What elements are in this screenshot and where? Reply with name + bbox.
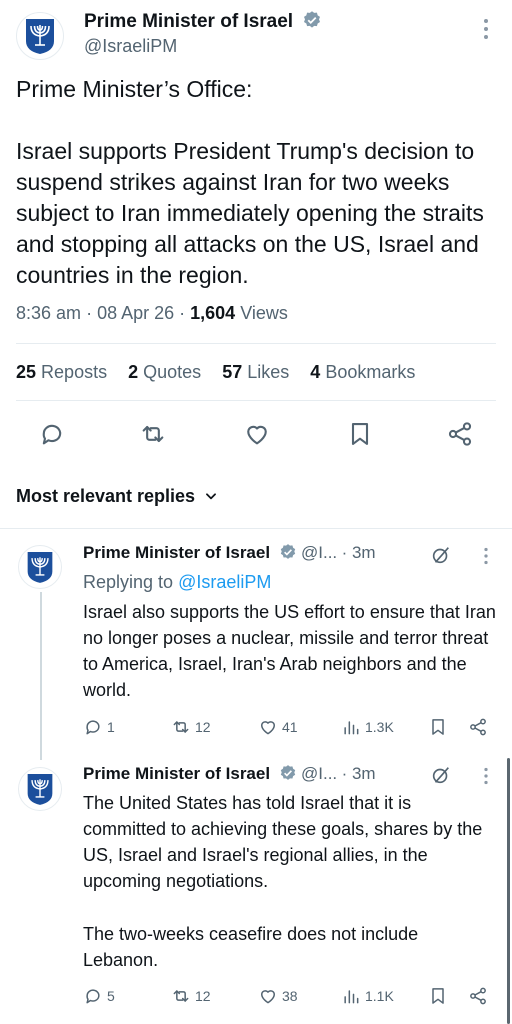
reply-author-name[interactable]: Prime Minister of Israel <box>83 543 270 562</box>
author-handle[interactable]: @IsraeliPM <box>84 35 322 57</box>
replying-to-link[interactable]: @IsraeliPM <box>178 572 271 592</box>
share-icon[interactable] <box>468 717 488 737</box>
repost-icon <box>173 721 189 733</box>
reply-comment-button[interactable]: 1 <box>83 717 115 737</box>
bookmark-icon[interactable] <box>428 986 448 1006</box>
replies-sort-dropdown[interactable]: Most relevant replies <box>16 486 218 507</box>
chevron-down-icon <box>206 493 217 500</box>
more-options-icon[interactable] <box>482 767 490 785</box>
reply-avatar[interactable] <box>18 767 62 811</box>
israel-emblem-icon <box>26 19 54 54</box>
divider <box>16 400 496 401</box>
reply-like-button[interactable]: 41 <box>258 717 298 737</box>
israel-emblem-icon <box>27 552 53 583</box>
reply-repost-button[interactable]: 12 <box>171 986 211 1006</box>
thread-line <box>40 592 42 760</box>
reply-views-button[interactable]: 1.1K <box>341 986 394 1006</box>
repost-icon <box>173 990 189 1002</box>
verified-badge-icon <box>280 544 295 559</box>
israel-emblem-icon <box>27 774 53 805</box>
quotes-stat[interactable]: 2 Quotes <box>128 362 201 382</box>
author-avatar[interactable] <box>16 12 64 60</box>
reply-header: Prime Minister of Israel @I... · 3m <box>83 764 376 784</box>
more-options-icon[interactable] <box>482 547 490 565</box>
likes-stat[interactable]: 57 Likes <box>222 362 289 382</box>
reply-avatar[interactable] <box>18 545 62 589</box>
author-name[interactable]: Prime Minister of Israel <box>84 10 322 33</box>
replies-sort-label: Most relevant replies <box>16 486 196 506</box>
reply-text: The two-weeks ceasefire does not include… <box>83 924 419 970</box>
scrollbar[interactable] <box>507 758 510 1024</box>
reply-repost-button[interactable]: 12 <box>171 717 211 737</box>
reply-author-name[interactable]: Prime Minister of Israel <box>83 764 270 783</box>
reposts-stat[interactable]: 25 Reposts <box>16 362 107 382</box>
replying-to: Replying to @IsraeliPM <box>83 572 272 592</box>
views-icon <box>344 721 359 735</box>
reply-text: The United States has told Israel that i… <box>83 793 483 891</box>
grok-icon[interactable] <box>430 544 452 566</box>
engagement-stats: 25 Reposts 2 Quotes 57 Likes 4 Bookmarks <box>16 362 431 383</box>
reply-icon[interactable] <box>38 420 66 448</box>
verified-badge-icon <box>304 11 321 28</box>
tweet-body: Israel supports President Trump's decisi… <box>16 138 484 288</box>
reply-actions: 1 12 41 1.3K <box>83 717 495 739</box>
reply-age[interactable]: · 3m <box>342 543 376 562</box>
reply-like-button[interactable]: 38 <box>258 986 298 1006</box>
views-label: Views <box>240 303 288 323</box>
share-icon[interactable] <box>468 986 488 1006</box>
reply-views-button[interactable]: 1.3K <box>341 717 394 737</box>
verified-badge-icon <box>280 765 295 780</box>
divider <box>0 528 512 529</box>
like-icon <box>261 721 275 735</box>
grok-icon[interactable] <box>430 764 452 786</box>
tweet-meta: 8:36 am · 08 Apr 26 · 1,604 Views <box>16 303 288 323</box>
like-icon <box>261 990 275 1004</box>
reply-comment-button[interactable]: 5 <box>83 986 115 1006</box>
views-icon <box>344 990 359 1004</box>
tweet-date[interactable]: 08 Apr 26 <box>97 303 174 323</box>
divider <box>16 343 496 344</box>
bookmark-icon[interactable] <box>346 420 374 448</box>
tweet-actions <box>0 420 512 452</box>
reply-author-handle[interactable]: @I... <box>301 543 337 562</box>
share-icon[interactable] <box>446 420 474 448</box>
views-count: 1,604 <box>190 303 236 323</box>
more-options-icon[interactable] <box>482 18 490 45</box>
bookmarks-stat[interactable]: 4 Bookmarks <box>310 362 415 382</box>
reply-age[interactable]: · 3m <box>342 764 376 783</box>
reply-header: Prime Minister of Israel @I... · 3m <box>83 543 376 563</box>
reply-author-handle[interactable]: @I... <box>301 764 337 783</box>
like-icon[interactable] <box>243 420 271 448</box>
reply-text: Israel also supports the US effort to en… <box>83 602 496 700</box>
reply-icon <box>86 989 100 1004</box>
reply-icon <box>86 720 100 735</box>
tweet-heading: Prime Minister’s Office: <box>16 76 253 102</box>
tweet-time[interactable]: 8:36 am <box>16 303 81 323</box>
reply-actions: 5 12 38 1.1K <box>83 986 495 1008</box>
repost-icon[interactable] <box>139 420 167 448</box>
bookmark-icon[interactable] <box>428 717 448 737</box>
